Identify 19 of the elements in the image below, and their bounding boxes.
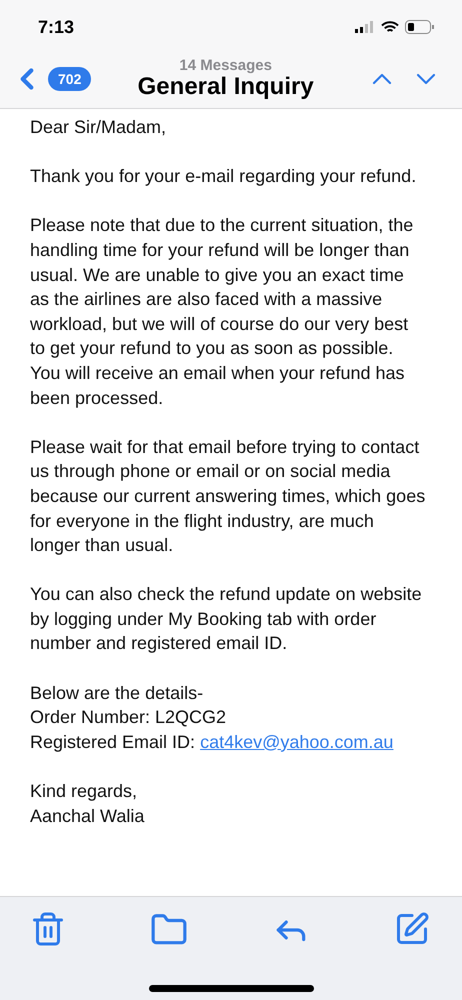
message-count: 14 Messages (179, 58, 272, 72)
battery-icon (405, 20, 434, 34)
message-text: Dear Sir/Madam, (30, 116, 168, 139)
message-text: Please note that due to the current situation, the handling time for your refund will be longer than usual. We are unable to give you an exact time as the airlines are also faced with a massive workload, but we will of course do our very best to get your refund to you as soon as possible. You will receive an email when your refund has been processed. (30, 214, 414, 410)
message-text: Thank you for your e-mail regarding your refund. (30, 165, 418, 188)
message-text: Registered Email ID: (30, 732, 196, 752)
message-text: Please wait for that email before trying to contact us through phone or email or on social media because our current answering times, which goes for everyone in the flight industry, are much longer than usual. (30, 436, 426, 558)
email-link[interactable]: cat4kev@yahoo.com.au (200, 732, 394, 752)
back-button[interactable]: 702 (10, 62, 92, 96)
wifi-icon (381, 20, 399, 34)
thread-title: General Inquiry (138, 72, 314, 100)
status-time: 7:13 (38, 16, 74, 38)
message-text: Kind regards, (30, 780, 138, 804)
message-text: Aanchal Walia (30, 804, 146, 828)
message-text: You can also check the refund update on website by logging under My Booking tab with order number and registered email ID. (30, 583, 423, 656)
message-text: Below are the details- (30, 682, 204, 705)
unread-count: 702 (48, 67, 92, 91)
message-text: Order Number: L2QCG2 (30, 706, 228, 730)
signal-icon (355, 21, 375, 33)
